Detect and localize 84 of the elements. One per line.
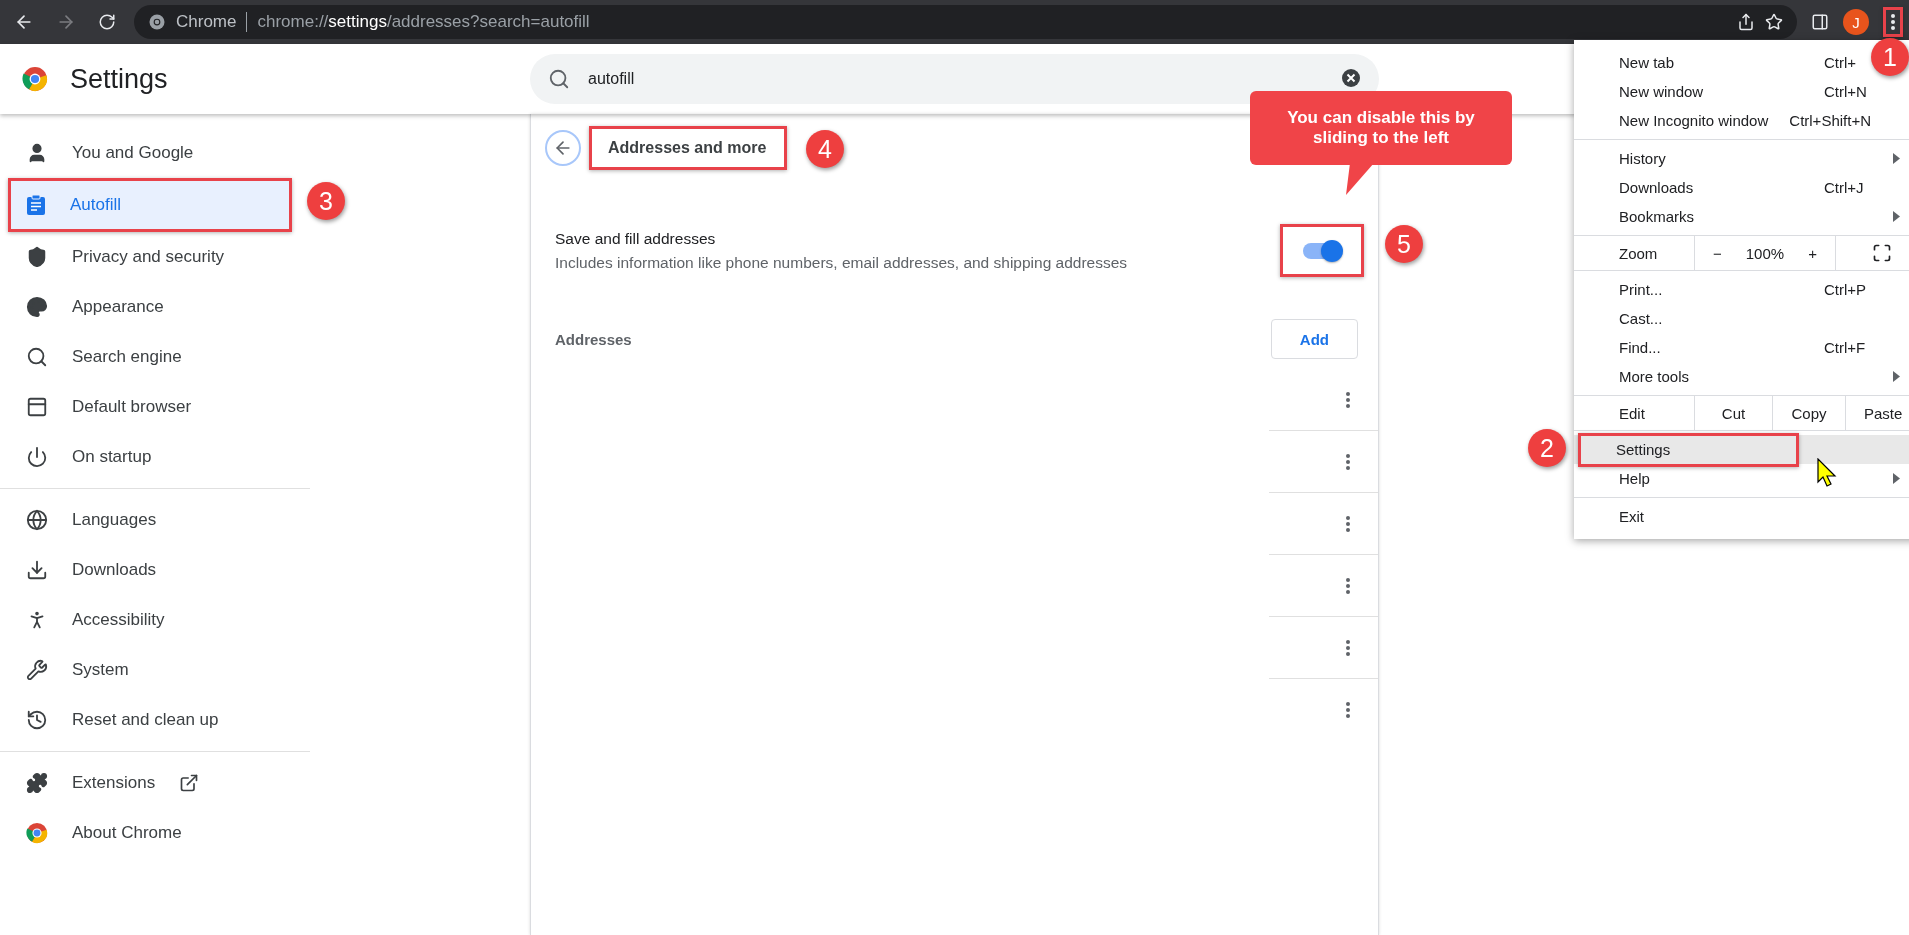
url-text: chrome://settings/addresses?search=autofill xyxy=(257,12,590,32)
edit-label: Edit xyxy=(1574,396,1695,430)
sidebar-item[interactable]: Reset and clean up xyxy=(0,695,296,745)
setting-label: Save and fill addresses xyxy=(555,229,717,248)
step-marker: 3 xyxy=(307,182,345,220)
sidebar-item[interactable]: About Chrome xyxy=(0,808,296,858)
star-icon[interactable] xyxy=(1765,13,1783,31)
sidebar-item[interactable]: On startup xyxy=(0,432,296,482)
more-icon xyxy=(1346,639,1350,656)
menu-item[interactable]: Find... Ctrl+F xyxy=(1574,333,1871,362)
site-label: Chrome xyxy=(176,12,237,32)
sidebar-item[interactable]: Extensions xyxy=(0,758,296,808)
zoom-level: 100% xyxy=(1744,243,1786,264)
menu-item[interactable]: Downloads Ctrl+J xyxy=(1574,173,1871,202)
sidebar-item[interactable]: You and Google xyxy=(0,128,296,178)
download-icon xyxy=(26,559,48,581)
history-icon xyxy=(26,709,48,731)
sidebar-item[interactable]: Search engine xyxy=(0,332,296,382)
globe-icon xyxy=(26,509,48,531)
more-icon xyxy=(1346,701,1350,718)
zoom-in-button[interactable]: + xyxy=(1790,236,1836,270)
more-icon xyxy=(1346,391,1350,408)
menu-item[interactable]: History xyxy=(1574,144,1871,173)
menu-item[interactable]: New window Ctrl+N xyxy=(1574,77,1871,106)
chrome-logo xyxy=(22,66,48,92)
menu-item[interactable]: Bookmarks xyxy=(1574,202,1871,231)
more-icon xyxy=(1346,515,1350,532)
edit-action-button[interactable]: Paste xyxy=(1846,396,1909,430)
zoom-label: Zoom xyxy=(1574,236,1695,270)
more-icon xyxy=(1346,577,1350,594)
menu-item[interactable]: Help xyxy=(1574,464,1871,493)
sidebar-item[interactable]: Downloads xyxy=(0,545,296,595)
profile-avatar[interactable]: J xyxy=(1843,9,1869,35)
clear-icon[interactable] xyxy=(1341,68,1361,88)
sidebar-item[interactable]: Appearance xyxy=(0,282,296,332)
chrome-icon xyxy=(26,822,48,844)
chrome-icon xyxy=(148,13,166,31)
sidebar-item[interactable]: Default browser xyxy=(0,382,296,432)
add-button[interactable]: Add xyxy=(1270,319,1358,359)
puzzle-icon xyxy=(26,772,48,794)
more-icon xyxy=(1891,14,1895,30)
menu-item[interactable]: More tools xyxy=(1574,362,1871,391)
search-field[interactable]: autofill xyxy=(530,54,1379,104)
more-icon xyxy=(1346,453,1350,470)
page-title: Addresses and more xyxy=(589,126,787,170)
step-marker: 4 xyxy=(806,130,844,168)
setting-description: Includes information like phone numbers, email addresses, and shipping addresses xyxy=(555,253,1129,272)
highlighted-menu-item[interactable]: Settings xyxy=(1578,432,1799,467)
callout: You can disable this by sliding to the left xyxy=(1250,91,1512,165)
toggle-switch[interactable] xyxy=(1303,242,1341,259)
cursor-icon xyxy=(1817,458,1837,488)
wrench-icon xyxy=(26,659,48,681)
browser-window-icon xyxy=(26,396,48,418)
edit-action-button[interactable]: Copy xyxy=(1773,396,1846,430)
sidebar-item[interactable]: Accessibility xyxy=(0,595,296,645)
step-marker: 2 xyxy=(1528,429,1566,467)
clipboard-icon xyxy=(26,194,46,216)
palette-icon xyxy=(26,296,48,318)
reload-icon xyxy=(98,13,116,31)
power-icon xyxy=(26,446,48,468)
menu-item[interactable]: Cast... xyxy=(1574,304,1871,333)
section-heading: Addresses xyxy=(555,330,633,348)
menu-item[interactable]: New Incognito window Ctrl+Shift+N xyxy=(1574,106,1871,135)
edit-action-button[interactable]: Cut xyxy=(1695,396,1773,430)
shield-icon xyxy=(26,246,48,268)
menu-item[interactable]: New tab Ctrl+ xyxy=(1574,48,1871,77)
sidebar-item[interactable]: Autofill xyxy=(11,181,289,229)
zoom-out-button[interactable]: − xyxy=(1695,236,1740,270)
menu-item[interactable]: Print... Ctrl+P xyxy=(1574,275,1871,304)
settings-title: Settings xyxy=(70,63,168,95)
sidebar-item[interactable]: Privacy and security xyxy=(0,232,296,282)
back-button[interactable] xyxy=(545,130,581,166)
side-panel-icon[interactable] xyxy=(1811,13,1829,31)
share-icon[interactable] xyxy=(1737,13,1755,31)
search-icon xyxy=(26,346,48,368)
external-link-icon xyxy=(179,773,200,793)
step-marker: 5 xyxy=(1385,225,1423,263)
sidebar-item[interactable]: Languages xyxy=(0,495,296,545)
callout-pointer xyxy=(1346,163,1374,195)
sidebar-item[interactable]: System xyxy=(0,645,296,695)
menu-item[interactable]: Exit xyxy=(1574,502,1871,531)
search-icon xyxy=(548,68,570,90)
fullscreen-icon xyxy=(1871,243,1892,263)
address-bar[interactable]: Chrome chrome://settings/addresses?search=autofill xyxy=(134,5,1797,39)
